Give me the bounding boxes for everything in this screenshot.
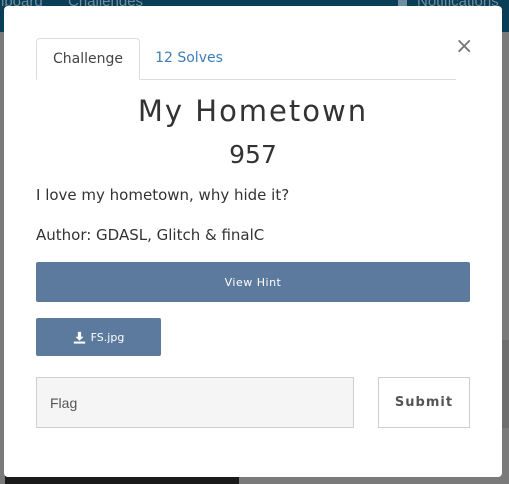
file-name: FS.jpg (90, 330, 125, 344)
tab-solves[interactable]: 12 Solves (144, 38, 234, 79)
download-icon (73, 331, 85, 344)
close-icon[interactable]: × (455, 36, 473, 58)
file-download-button[interactable]: FS.jpg (36, 318, 161, 356)
challenge-value: 957 (229, 140, 277, 169)
view-hint-button[interactable]: View Hint (36, 262, 470, 302)
tab-challenge[interactable]: Challenge (36, 38, 140, 80)
challenge-name: My Hometown (137, 94, 369, 128)
challenge-description: I love my hometown, why hide it? (36, 186, 290, 204)
challenge-author: Author: GDASL, Glitch & finalC (36, 226, 265, 244)
flag-input[interactable] (36, 377, 354, 428)
submit-button[interactable]: Submit (378, 377, 470, 428)
challenge-modal: Challenge 12 Solves × My Hometown 957 I … (4, 6, 502, 477)
modal-tabs: Challenge 12 Solves (36, 38, 456, 80)
